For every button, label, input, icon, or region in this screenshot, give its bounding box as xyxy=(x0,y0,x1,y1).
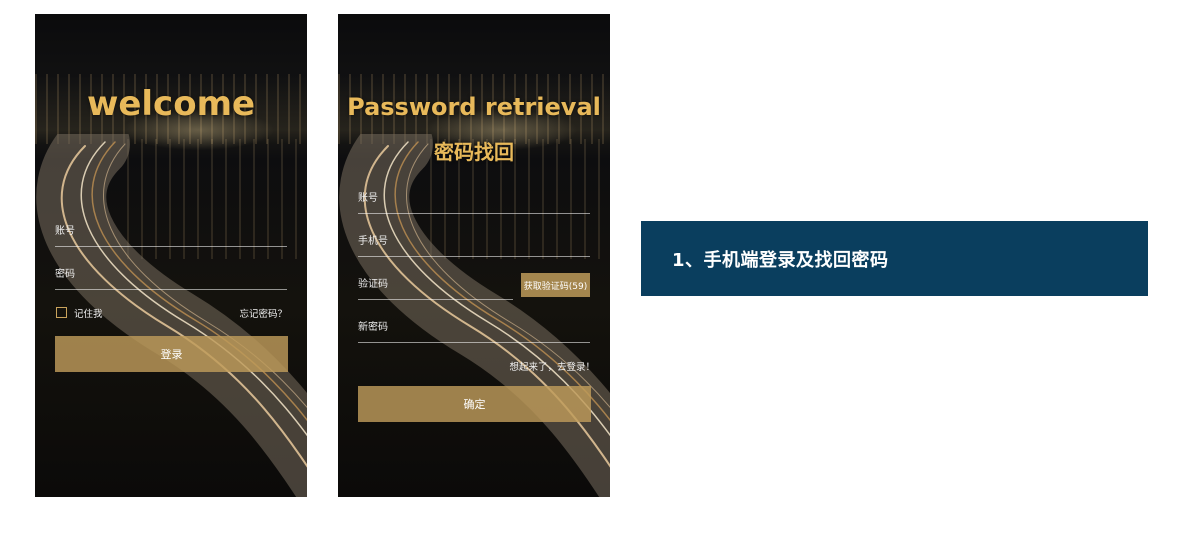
account-field[interactable]: 账号 xyxy=(358,183,590,214)
get-code-button[interactable]: 获取验证码(59) xyxy=(521,273,590,297)
new-password-label: 新密码 xyxy=(358,322,388,333)
new-password-input[interactable] xyxy=(402,316,590,340)
forgot-password-link[interactable]: 忘记密码？ xyxy=(239,306,287,320)
phone-label: 手机号 xyxy=(358,236,388,247)
section-title: 1、手机端登录及找回密码 xyxy=(672,249,889,271)
password-retrieval-cn-title: 密码找回 xyxy=(434,140,514,164)
verification-code-label: 验证码 xyxy=(358,279,388,290)
new-password-field[interactable]: 新密码 xyxy=(358,312,590,343)
password-label: 密码 xyxy=(55,269,75,280)
confirm-button[interactable]: 确定 xyxy=(358,386,591,422)
verification-code-input[interactable] xyxy=(402,273,513,297)
password-retrieval-title: Password retrieval xyxy=(347,93,601,121)
account-label: 账号 xyxy=(55,226,75,237)
login-screen: welcome 账号 密码 记住我 忘记密码？ 登录 xyxy=(35,14,307,497)
account-input[interactable] xyxy=(394,187,590,211)
remember-me-label: 记住我 xyxy=(74,309,103,320)
section-banner: 1、手机端登录及找回密码 xyxy=(641,221,1148,296)
account-label: 账号 xyxy=(358,193,378,204)
login-button[interactable]: 登录 xyxy=(55,336,288,372)
back-to-login-link[interactable]: 想起来了，去登录！ xyxy=(509,359,595,373)
password-retrieval-screen: Password retrieval 密码找回 账号 手机号 验证码 获取验证码… xyxy=(338,14,610,497)
welcome-title: welcome xyxy=(86,84,256,124)
phone-field[interactable]: 手机号 xyxy=(358,226,590,257)
password-input[interactable] xyxy=(91,263,287,287)
checkbox-icon[interactable] xyxy=(56,307,67,318)
verification-code-field[interactable]: 验证码 xyxy=(358,269,513,300)
phone-input[interactable] xyxy=(402,230,590,254)
account-input[interactable] xyxy=(91,220,287,244)
password-field[interactable]: 密码 xyxy=(55,259,287,290)
account-field[interactable]: 账号 xyxy=(55,216,287,247)
